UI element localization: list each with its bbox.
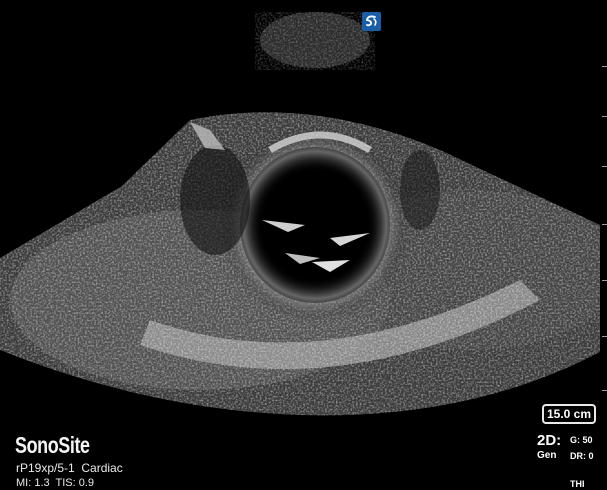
imaging-mode-preset: Gen (537, 450, 557, 461)
ultrasound-image (0, 12, 600, 416)
sonosite-logo: SonoSite (15, 432, 90, 458)
thi-indicator: THI (570, 479, 585, 489)
transducer-label: rP19xp/5-1 Cardiac (16, 461, 123, 475)
sonosite-swirl-icon (362, 12, 381, 31)
tissue-sector (0, 112, 600, 416)
imaging-mode: 2D: (537, 432, 562, 449)
safety-indices: MI: 1.3 TIS: 0.9 (16, 477, 95, 489)
ultrasound-screen: 15.0 cm SonoSite rP19xp/5-1 Cardiac MI: … (0, 0, 607, 490)
depth-indicator: 15.0 cm (542, 404, 596, 424)
near-field-artifact (255, 12, 375, 70)
depth-scale (599, 0, 607, 440)
dynamic-range-value: DR: 0 (570, 451, 594, 461)
gain-value: G: 50 (570, 435, 593, 445)
